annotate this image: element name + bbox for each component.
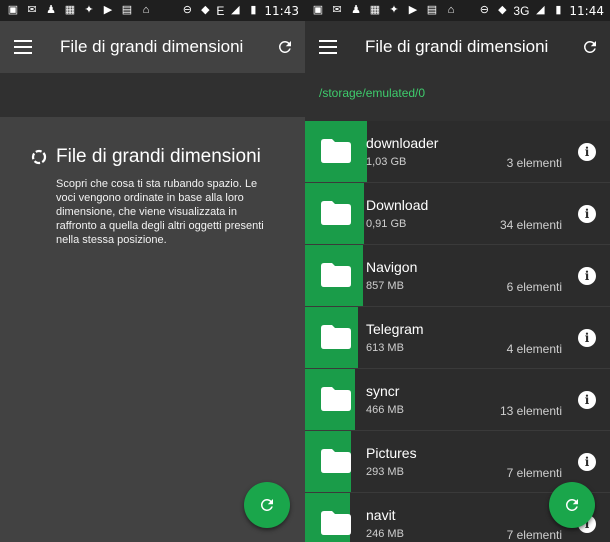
folder-icon [321, 263, 351, 287]
info-icon[interactable]: i [578, 143, 596, 161]
refresh-fab[interactable] [244, 482, 290, 528]
dnd-icon: ⊖ [479, 4, 489, 16]
battery-icon: ▮ [250, 4, 257, 16]
folder-item-count: 13 elementi [499, 404, 562, 418]
menu-icon[interactable] [305, 21, 351, 73]
info-icon[interactable]: i [578, 453, 596, 471]
folder-name: Telegram [366, 321, 424, 337]
cast-icon: ⌂ [447, 4, 455, 16]
folder-row[interactable]: downloader 1,03 GB 3 elementi i [305, 121, 610, 183]
folder-name: Download [366, 197, 429, 213]
app-bar: File di grandi dimensioni [305, 21, 610, 73]
info-icon[interactable]: i [578, 391, 596, 409]
mail-icon: ✉ [332, 4, 342, 16]
folder-icon [321, 387, 351, 411]
folder-item-count: 6 elementi [506, 280, 562, 294]
gallery-icon: ▤ [426, 4, 438, 16]
dnd-icon: ⊖ [182, 4, 192, 16]
refresh-icon[interactable] [570, 21, 610, 73]
signal-icon: ◢ [536, 4, 545, 16]
cast-icon: ⌂ [142, 4, 150, 16]
info-icon[interactable]: i [578, 267, 596, 285]
mail-icon: ✉ [27, 4, 37, 16]
wifi-icon: ◆ [201, 4, 210, 16]
menu-icon[interactable] [0, 21, 46, 73]
feature-title: File di grandi dimensioni [56, 146, 261, 167]
folder-icon [321, 511, 351, 535]
folder-size: 293 MB [366, 466, 404, 478]
battery-icon: ▮ [555, 4, 562, 16]
info-icon[interactable]: i [578, 329, 596, 347]
app-title: File di grandi dimensioni [365, 37, 549, 56]
feature-description: Scopri che cosa ti sta rubando spazio. L… [56, 178, 264, 246]
folder-name: downloader [366, 135, 439, 151]
folder-size: 1,03 GB [366, 156, 407, 168]
refresh-icon [260, 499, 273, 511]
folder-name: Navigon [366, 259, 418, 275]
feature-heading: File di grandi dimensioni [30, 146, 261, 168]
app-title: File di grandi dimensioni [60, 37, 244, 56]
gallery-icon: ▤ [121, 4, 133, 16]
folder-size: 857 MB [366, 280, 404, 292]
folder-icon [321, 449, 351, 473]
network-type: E [216, 3, 225, 18]
folder-item-count: 3 elementi [506, 156, 562, 170]
right-screen: ▣ ✉ ♟ ▦ ✦ ▶ ▤ ⌂ ⊖ ◆ 3G ◢ ▮ 11:44 File di… [305, 0, 610, 542]
folder-list: downloader 1,03 GB 3 elementi i Download 0,91… [305, 121, 610, 542]
folder-item-count: 4 elementi [506, 342, 562, 356]
folder-row[interactable]: syncr 466 MB 13 elementi i [305, 369, 610, 431]
folder-icon [321, 139, 351, 163]
folder-row[interactable]: Navigon 857 MB 6 elementi i [305, 245, 610, 307]
refresh-fab[interactable] [549, 482, 595, 528]
status-bar: ▣ ✉ ♟ ▦ ✦ ▶ ▤ ⌂ ⊖ ◆ E ◢ ▮ 11:43 [0, 0, 305, 21]
left-screen: ▣ ✉ ♟ ▦ ✦ ▶ ▤ ⌂ ⊖ ◆ E ◢ ▮ 11:43 File di … [0, 0, 305, 542]
network-type: 3G [513, 3, 530, 18]
folder-icon [321, 325, 351, 349]
app-bar: File di grandi dimensioni [0, 21, 305, 73]
folder-size: 613 MB [366, 342, 404, 354]
youtube-icon: ▶ [103, 4, 113, 16]
status-bar: ▣ ✉ ♟ ▦ ✦ ▶ ▤ ⌂ ⊖ ◆ 3G ◢ ▮ 11:44 [305, 0, 610, 21]
notification-icon: ▣ [312, 4, 324, 16]
current-path[interactable]: /storage/emulated/0 [305, 73, 610, 121]
folder-item-count: 7 elementi [506, 466, 562, 480]
folder-size: 246 MB [366, 528, 404, 540]
refresh-icon [565, 499, 578, 511]
sub-header [0, 73, 305, 117]
wifi-icon: ◆ [498, 4, 507, 16]
assistant-icon: ♟ [46, 4, 56, 16]
folder-size: 466 MB [366, 404, 404, 416]
folder-item-count: 34 elementi [499, 218, 562, 232]
folder-size: 0,91 GB [366, 218, 407, 230]
assistant-icon: ♟ [351, 4, 361, 16]
photo-icon: ▦ [64, 4, 76, 16]
folder-name: Pictures [366, 445, 417, 461]
twitter-icon: ✦ [84, 4, 94, 16]
status-time: 11:43 [264, 3, 299, 18]
folder-row[interactable]: Download 0,91 GB 34 elementi i [305, 183, 610, 245]
info-icon[interactable]: i [578, 205, 596, 223]
folder-name: navit [366, 507, 396, 523]
notification-icon: ▣ [7, 4, 19, 16]
refresh-icon[interactable] [265, 21, 305, 73]
pie-chart-icon [31, 149, 47, 165]
folder-icon [321, 201, 351, 225]
twitter-icon: ✦ [389, 4, 399, 16]
folder-item-count: 7 elementi [506, 528, 562, 542]
signal-icon: ◢ [231, 4, 240, 16]
youtube-icon: ▶ [408, 4, 418, 16]
status-time: 11:44 [569, 3, 604, 18]
folder-name: syncr [366, 383, 400, 399]
photo-icon: ▦ [369, 4, 381, 16]
folder-row[interactable]: Telegram 613 MB 4 elementi i [305, 307, 610, 369]
